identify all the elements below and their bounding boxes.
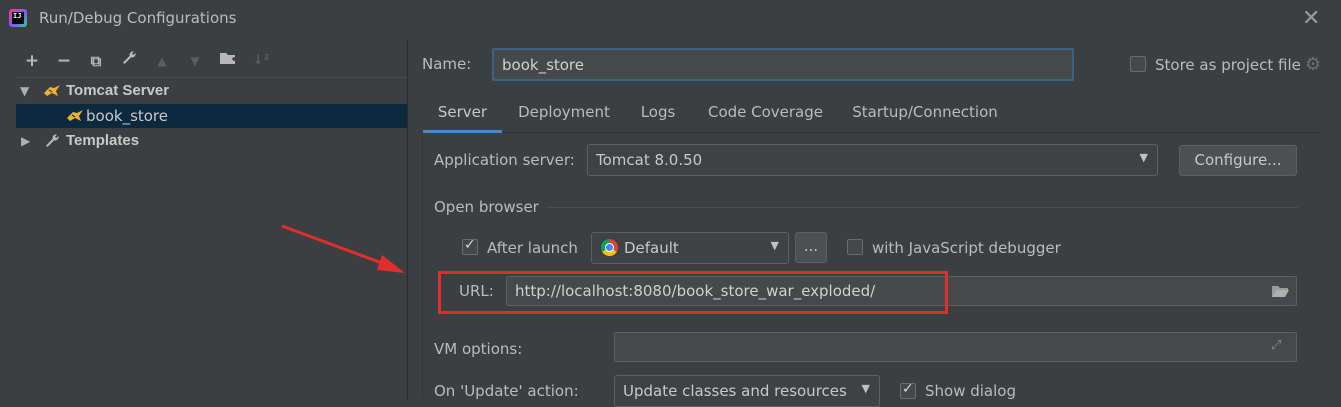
- configure-button[interactable]: Configure...: [1179, 145, 1297, 176]
- folder-open-icon[interactable]: [1271, 284, 1290, 299]
- chrome-icon: [601, 239, 618, 256]
- collapsed-arrow-icon[interactable]: ▶: [21, 129, 30, 153]
- app-server-label: Application server:: [434, 151, 575, 169]
- tomcat-icon: [44, 85, 60, 96]
- expand-icon[interactable]: ⤢: [1271, 338, 1281, 353]
- splitter[interactable]: [407, 40, 408, 399]
- move-down-button[interactable]: ▼: [182, 47, 208, 75]
- store-as-project-label: Store as project file: [1155, 56, 1301, 74]
- close-icon[interactable]: ✕: [1302, 6, 1320, 31]
- after-launch-checkbox[interactable]: [462, 237, 478, 255]
- tab-deployment[interactable]: Deployment: [509, 95, 619, 133]
- js-debugger-label: with JavaScript debugger: [872, 239, 1061, 257]
- wrench-icon: [46, 134, 59, 147]
- browse-browser-button[interactable]: ...: [795, 232, 827, 263]
- move-up-button[interactable]: ▲: [149, 47, 175, 75]
- remove-config-button[interactable]: −: [51, 47, 77, 75]
- vm-options-label: VM options:: [434, 340, 523, 358]
- tree-item-book-store[interactable]: book_store: [16, 104, 407, 128]
- chevron-down-icon: ▼: [1139, 151, 1148, 164]
- vm-options-input[interactable]: [614, 332, 1297, 362]
- wrench-icon: [123, 51, 136, 64]
- sort-button[interactable]: ↓²: [248, 47, 274, 75]
- add-config-button[interactable]: +: [19, 47, 45, 75]
- title-bar: IJ Run/Debug Configurations ✕: [0, 0, 1341, 40]
- section-divider: [546, 207, 1298, 208]
- tab-startup-connection[interactable]: Startup/Connection: [847, 95, 1003, 133]
- tree-label: Templates: [66, 132, 140, 149]
- expanded-arrow-icon[interactable]: ▼: [20, 79, 29, 103]
- browser-value: Default: [624, 239, 679, 257]
- tree-label: book_store: [86, 107, 169, 125]
- on-update-value: Update classes and resources: [623, 382, 847, 400]
- annotation-highlight-box: [438, 271, 948, 314]
- app-server-value: Tomcat 8.0.50: [596, 151, 703, 169]
- browser-select[interactable]: Default ▼: [591, 232, 789, 264]
- annotation-arrow-icon: [281, 224, 405, 273]
- name-label: Name:: [422, 55, 472, 73]
- tab-code-coverage[interactable]: Code Coverage: [702, 95, 829, 133]
- intellij-logo-icon: IJ: [9, 9, 27, 27]
- app-server-select[interactable]: Tomcat 8.0.50 ▼: [587, 144, 1158, 176]
- after-launch-label: After launch: [487, 239, 578, 257]
- tab-bar: Server Deployment Logs Code Coverage Sta…: [422, 95, 1341, 133]
- tab-server[interactable]: Server: [423, 95, 502, 133]
- store-as-project-checkbox[interactable]: [1130, 56, 1146, 72]
- tree-label: Tomcat Server: [66, 82, 170, 99]
- gear-icon[interactable]: ⚙: [1305, 54, 1321, 75]
- window-title: Run/Debug Configurations: [39, 9, 237, 27]
- show-dialog-checkbox[interactable]: [900, 381, 916, 399]
- on-update-label: On 'Update' action:: [434, 382, 579, 400]
- chevron-down-icon: ▼: [770, 239, 779, 252]
- copy-config-button[interactable]: ⧉: [83, 47, 109, 75]
- open-browser-label: Open browser: [434, 198, 539, 216]
- tree-item-templates[interactable]: ▶ Templates: [16, 129, 407, 153]
- edit-defaults-button[interactable]: [116, 47, 142, 75]
- tab-logs[interactable]: Logs: [632, 95, 684, 133]
- on-update-select[interactable]: Update classes and resources ▼: [614, 375, 880, 407]
- tree-item-tomcat-server[interactable]: ▼ Tomcat Server: [16, 79, 407, 103]
- chevron-down-icon: ▼: [861, 382, 870, 395]
- scrollbar[interactable]: [1320, 40, 1341, 399]
- new-folder-button[interactable]: [215, 47, 241, 75]
- show-dialog-label: Show dialog: [925, 382, 1016, 400]
- name-input[interactable]: book_store: [492, 48, 1074, 81]
- folder-add-icon: [220, 53, 236, 64]
- tomcat-icon: [67, 110, 83, 121]
- js-debugger-checkbox[interactable]: [847, 239, 863, 255]
